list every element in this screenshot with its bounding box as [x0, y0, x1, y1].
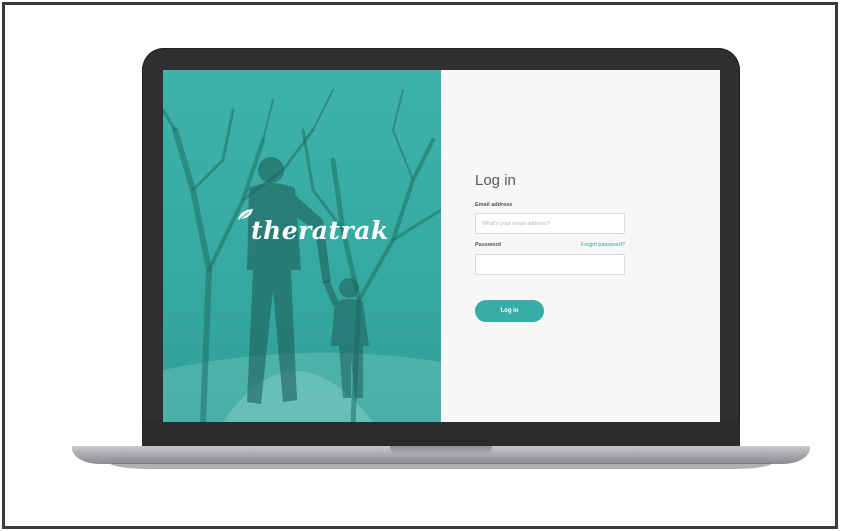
login-button[interactable]: Log in	[475, 300, 544, 322]
login-panel: Log in Email address Password Forgot pas…	[441, 70, 720, 422]
login-title: Log in	[475, 172, 516, 189]
logo-wordmark: theratrak	[251, 216, 389, 245]
laptop-screen: theratrak Log in Email address Password …	[163, 70, 720, 422]
laptop-base-shadow	[110, 463, 772, 469]
theratrak-logo: theratrak	[238, 209, 388, 252]
hero-panel: theratrak	[163, 70, 441, 422]
laptop-opening-notch	[390, 446, 492, 454]
password-label: Password	[475, 242, 501, 248]
laptop-hinge	[142, 422, 740, 446]
email-input[interactable]	[475, 213, 625, 234]
email-label: Email address	[475, 202, 513, 208]
password-input[interactable]	[475, 254, 625, 275]
forgot-password-link[interactable]: Forgot password?	[569, 242, 625, 248]
